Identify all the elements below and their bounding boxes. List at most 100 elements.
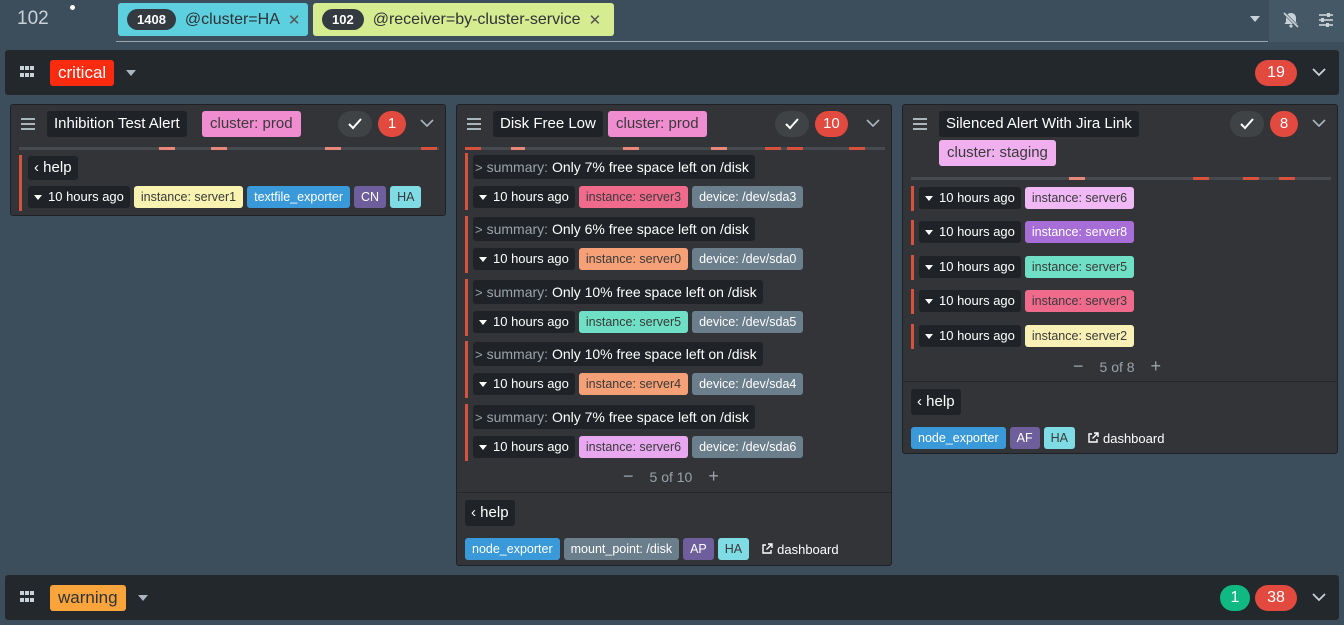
time-ago-button[interactable]: 10 hours ago	[919, 256, 1021, 278]
label-cluster[interactable]: HA	[390, 186, 422, 208]
chevron-down-icon[interactable]	[126, 70, 136, 76]
summary-key: summary:	[486, 409, 549, 425]
cluster-label[interactable]: cluster: staging	[939, 140, 1056, 166]
filter-chip-cluster[interactable]: 1408 @cluster=HA ✕	[118, 3, 308, 36]
label-instance[interactable]: instance: server6	[578, 436, 689, 458]
chevron-down-icon[interactable]	[1310, 588, 1328, 606]
dashboard-link[interactable]: dashboard	[1087, 431, 1164, 446]
summary-annotation[interactable]: > summary: Only 10% free space left on /d…	[473, 280, 763, 304]
alert-name[interactable]: Disk Free Low	[493, 111, 603, 137]
label-device[interactable]: device: /dev/sda6	[692, 436, 804, 458]
chevron-down-icon[interactable]	[138, 595, 148, 601]
alert-item: ‹ help 10 hours ago instance: server1 te…	[19, 155, 439, 211]
time-ago-button[interactable]: 10 hours ago	[473, 186, 575, 208]
filter-dropdown-caret-icon[interactable]	[1250, 16, 1260, 22]
menu-icon[interactable]	[913, 118, 927, 130]
label-region[interactable]: AP	[683, 538, 714, 560]
time-ago-button[interactable]: 10 hours ago	[473, 311, 575, 333]
time-ago-text: 10 hours ago	[493, 439, 569, 454]
time-ago-button[interactable]: 10 hours ago	[919, 325, 1021, 347]
alert-labels-row: 10 hours ago instance: server8	[919, 221, 1135, 243]
grid-icon[interactable]	[20, 66, 34, 78]
summary-text: Only 7% free space left on /disk	[551, 159, 749, 175]
summary-annotation[interactable]: > summary: Only 7% free space left on /di…	[473, 155, 755, 179]
group-header-warning[interactable]: warning 1 38	[5, 575, 1339, 620]
sliders-icon[interactable]	[1314, 8, 1338, 32]
time-ago-button[interactable]: 10 hours ago	[919, 187, 1021, 209]
alert-item: > summary: Only 10% free space left on /d…	[465, 279, 885, 336]
filter-count: 102	[322, 9, 364, 30]
ack-button[interactable]	[775, 111, 809, 137]
cluster-label[interactable]: cluster: prod	[608, 111, 707, 137]
label-instance[interactable]: instance: server2	[1024, 325, 1135, 347]
time-ago-button[interactable]: 10 hours ago	[473, 248, 575, 270]
help-annotation[interactable]: ‹ help	[911, 389, 961, 415]
filter-text: @receiver=by-cluster-service	[372, 10, 581, 28]
label-region[interactable]: AF	[1009, 427, 1040, 449]
next-page-button[interactable]: +	[1151, 356, 1162, 377]
help-annotation[interactable]: ‹ help	[28, 156, 78, 180]
help-annotation[interactable]: ‹ help	[465, 500, 515, 526]
label-device[interactable]: device: /dev/sda3	[692, 186, 804, 208]
next-page-button[interactable]: +	[708, 466, 719, 487]
chevron-down-icon[interactable]	[865, 115, 881, 131]
alert-item: > summary: Only 6% free space left on /di…	[465, 216, 885, 273]
label-instance[interactable]: instance: server5	[578, 311, 689, 333]
chevron-right-icon: >	[475, 285, 483, 300]
severity-label-critical[interactable]: critical	[50, 60, 115, 86]
label-cluster[interactable]: HA	[717, 538, 750, 560]
alert-name[interactable]: Silenced Alert With Jira Link	[939, 111, 1139, 137]
cluster-label[interactable]: cluster: prod	[202, 111, 301, 137]
summary-annotation[interactable]: > summary: Only 6% free space left on /di…	[473, 217, 755, 241]
chevron-down-icon[interactable]	[1310, 63, 1328, 81]
prev-page-button[interactable]: −	[1073, 356, 1084, 377]
grid-icon[interactable]	[20, 591, 34, 603]
summary-key: summary:	[486, 221, 549, 237]
label-instance[interactable]: instance: server4	[578, 373, 689, 395]
summary-annotation[interactable]: > summary: Only 10% free space left on /d…	[473, 342, 763, 366]
close-icon[interactable]: ✕	[288, 11, 301, 29]
filter-chip-receiver[interactable]: 102 @receiver=by-cluster-service ✕	[313, 3, 614, 36]
summary-annotation[interactable]: > summary: Only 7% free space left on /di…	[473, 405, 755, 429]
menu-icon[interactable]	[21, 118, 35, 130]
label-device[interactable]: device: /dev/sda5	[692, 311, 804, 333]
time-ago-text: 10 hours ago	[493, 251, 569, 266]
group-header-critical[interactable]: critical 19	[5, 50, 1339, 95]
label-instance[interactable]: instance: server8	[1024, 221, 1135, 243]
label-job[interactable]: textfile_exporter	[247, 186, 351, 208]
chevron-down-icon[interactable]	[419, 115, 435, 131]
label-mount-point[interactable]: mount_point: /disk	[563, 538, 680, 560]
close-icon[interactable]: ✕	[589, 11, 602, 29]
ack-button[interactable]	[338, 111, 372, 137]
time-ago-button[interactable]: 10 hours ago	[919, 290, 1021, 312]
label-instance[interactable]: instance: server1	[133, 186, 244, 208]
time-ago-button[interactable]: 10 hours ago	[28, 186, 130, 208]
alert-labels-row: 10 hours ago instance: server5	[919, 256, 1135, 278]
menu-icon[interactable]	[467, 118, 481, 130]
time-ago-button[interactable]: 10 hours ago	[473, 436, 575, 458]
label-instance[interactable]: instance: server5	[1024, 256, 1135, 278]
ack-button[interactable]	[1230, 111, 1264, 137]
bell-slash-icon[interactable]	[1279, 8, 1303, 32]
label-instance[interactable]: instance: server3	[578, 186, 689, 208]
label-cluster[interactable]: HA	[1043, 427, 1075, 449]
label-job[interactable]: node_exporter	[911, 427, 1006, 449]
time-ago-text: 10 hours ago	[939, 293, 1015, 308]
label-instance[interactable]: instance: server3	[1024, 290, 1135, 312]
time-ago-text: 10 hours ago	[493, 314, 569, 329]
dashboard-link[interactable]: dashboard	[761, 542, 839, 557]
card-footer: ‹ help node_exporter AF HA dashboard	[903, 381, 1337, 453]
severity-label-warning[interactable]: warning	[50, 585, 126, 611]
label-instance[interactable]: instance: server6	[1024, 187, 1135, 209]
label-device[interactable]: device: /dev/sda4	[692, 373, 804, 395]
label-job[interactable]: node_exporter	[465, 538, 560, 560]
time-ago-button[interactable]: 10 hours ago	[473, 373, 575, 395]
time-ago-button[interactable]: 10 hours ago	[919, 221, 1021, 243]
chevron-down-icon[interactable]	[1311, 115, 1327, 131]
label-region[interactable]: CN	[354, 186, 387, 208]
prev-page-button[interactable]: −	[623, 466, 634, 487]
label-device[interactable]: device: /dev/sda0	[692, 248, 804, 270]
alert-name[interactable]: Inhibition Test Alert	[47, 111, 187, 137]
alert-labels-row: 10 hours ago instance: server6	[919, 187, 1135, 209]
label-instance[interactable]: instance: server0	[578, 248, 689, 270]
